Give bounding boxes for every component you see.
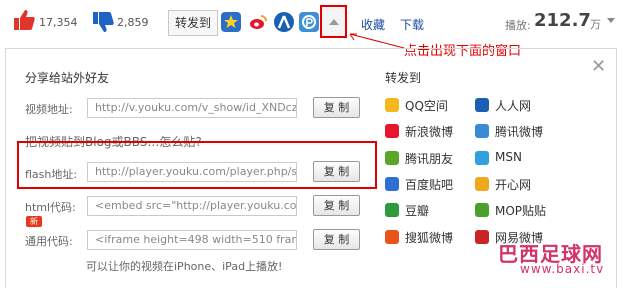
thumbs-up-icon[interactable] (12, 8, 36, 32)
sina-weibo-icon (385, 124, 399, 139)
share-site-link[interactable]: 腾讯微博 (495, 123, 543, 140)
qzone-star-icon[interactable] (221, 12, 241, 32)
share-site-link[interactable]: 开心网 (495, 176, 531, 193)
action-toolbar: 17,354 2,859 转发到 收藏 下载 播放: 212.7 万 (0, 0, 623, 44)
tencent-pengyou-icon (385, 150, 399, 165)
share-site-link[interactable]: 新浪微博 (405, 123, 453, 140)
like-count: 17,354 (39, 16, 78, 29)
share-site-link[interactable]: QQ空间 (405, 97, 448, 114)
share-to-button[interactable]: 转发到 (168, 10, 218, 36)
tencent-weibo-icon (475, 124, 489, 139)
copy-html-button[interactable]: 复 制 (313, 195, 360, 216)
mop-icon (475, 203, 489, 218)
pengyou-icon[interactable] (299, 12, 319, 32)
chevron-down-icon[interactable] (607, 18, 615, 23)
play-count-value: 212.7 (534, 10, 591, 31)
video-url-label: 视频地址: (25, 103, 73, 116)
kaixin-icon (475, 176, 489, 191)
iphone-note: 可以让你的视频在iPhone、iPad上播放! (86, 260, 283, 273)
dislike-count: 2,859 (117, 16, 149, 29)
video-url-field[interactable]: http://v.youku.com/v_show/id_XNDczf (87, 98, 297, 118)
flash-url-field[interactable]: http://player.youku.com/player.php/sic (87, 162, 297, 182)
share-site-link[interactable]: 百度贴吧 (405, 176, 453, 193)
play-count-unit: 万 (590, 18, 601, 31)
share-site-link[interactable]: 人人网 (495, 97, 531, 114)
expand-share-button[interactable] (320, 5, 347, 38)
new-badge: 新 (26, 216, 42, 227)
renren-icon (475, 98, 489, 112)
msn-icon (475, 150, 489, 165)
share-site-link[interactable]: 腾讯朋友 (405, 150, 453, 167)
renren-icon[interactable] (274, 12, 294, 32)
qzone-icon (385, 98, 399, 112)
share-site-link[interactable]: MSN (495, 150, 522, 164)
douban-icon (385, 203, 399, 218)
share-title: 分享给站外好友 (25, 71, 110, 85)
netease-weibo-icon (475, 229, 489, 244)
sohu-weibo-icon (385, 229, 399, 244)
generic-code-field[interactable]: <iframe height=498 width=510 frame (87, 230, 297, 250)
copy-flash-button[interactable]: 复 制 (313, 161, 360, 182)
copy-video-url-button[interactable]: 复 制 (313, 97, 360, 118)
generic-code-label: 通用代码: (25, 235, 73, 248)
html-code-label: html代码: (25, 201, 76, 214)
flash-url-label: flash地址: (25, 168, 78, 181)
play-count-label: 播放: (505, 19, 531, 32)
share-site-link[interactable]: MOP贴贴 (495, 202, 546, 219)
caret-up-icon (329, 19, 339, 25)
thumbs-down-icon[interactable] (91, 10, 115, 34)
html-code-field[interactable]: <embed src="http://player.youku.com (87, 196, 297, 216)
share-site-link[interactable]: 搜狐微博 (405, 229, 453, 246)
watermark-url: www.baxi.tv (520, 262, 605, 276)
sina-weibo-icon[interactable] (248, 12, 268, 32)
forward-title: 转发到 (385, 71, 422, 85)
close-icon[interactable]: ✕ (591, 56, 606, 77)
copy-generic-button[interactable]: 复 制 (313, 229, 360, 250)
share-site-link[interactable]: 豆瓣 (405, 202, 429, 219)
baidu-tieba-icon (385, 176, 399, 191)
